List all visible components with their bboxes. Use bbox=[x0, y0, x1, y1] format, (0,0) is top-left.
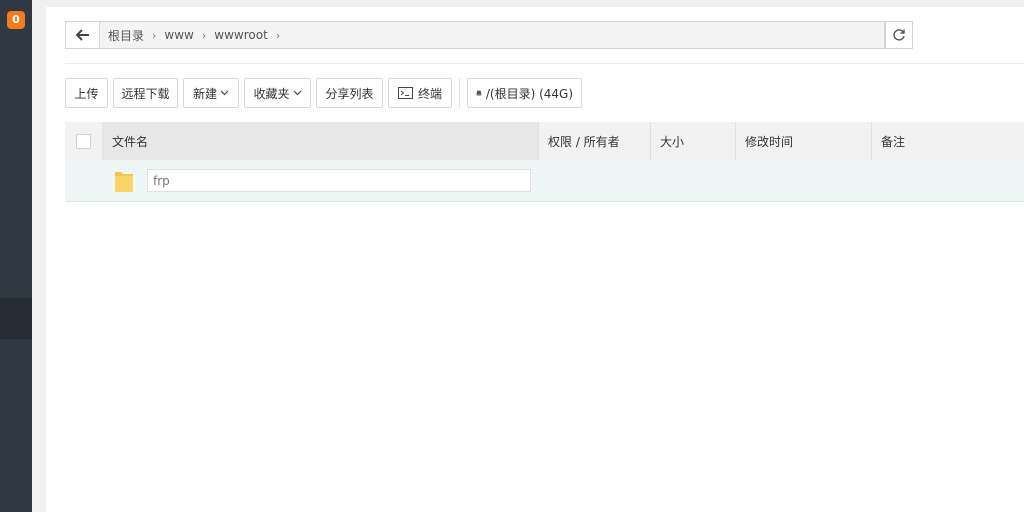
rename-input[interactable]: frp bbox=[147, 169, 531, 192]
chevron-down-icon bbox=[293, 90, 301, 96]
folder-icon bbox=[115, 171, 133, 192]
new-label: 新建 bbox=[192, 86, 217, 101]
sidebar: 0 bbox=[0, 0, 32, 512]
chevron-right-icon: › bbox=[152, 28, 157, 42]
disk-button[interactable]: /(根目录) (44G) bbox=[467, 78, 582, 108]
favorites-dropdown-button[interactable]: 收藏夹 bbox=[244, 78, 311, 108]
file-manager-panel: 根目录 › www › wwwroot › 上传 远程下载 新建 收藏夹 分享列… bbox=[46, 7, 1024, 512]
terminal-icon bbox=[397, 87, 413, 99]
column-header-label: 备注 bbox=[881, 134, 906, 149]
select-all-checkbox[interactable] bbox=[76, 133, 91, 149]
table-row[interactable]: frp bbox=[65, 160, 1024, 202]
remote-download-label: 远程下载 bbox=[121, 86, 170, 101]
breadcrumb-label: www bbox=[164, 28, 194, 42]
column-header-size[interactable]: 大小 bbox=[650, 122, 735, 160]
refresh-button[interactable] bbox=[885, 21, 913, 49]
toolbar-separator bbox=[459, 78, 460, 108]
sidebar-active-item[interactable] bbox=[0, 298, 32, 339]
chevron-right-icon: › bbox=[201, 28, 207, 42]
gutter bbox=[32, 0, 46, 512]
breadcrumb-item-wwwroot[interactable]: wwwroot › bbox=[214, 28, 280, 42]
breadcrumb-label: 根目录 bbox=[108, 28, 145, 43]
divider bbox=[65, 63, 1024, 64]
column-header-label: 大小 bbox=[660, 134, 685, 149]
share-list-button[interactable]: 分享列表 bbox=[316, 78, 383, 108]
terminal-label: 终端 bbox=[417, 86, 442, 101]
column-header-name[interactable]: 文件名 bbox=[102, 122, 538, 160]
table-header: 文件名 权限 / 所有者 大小 修改时间 备注 bbox=[65, 122, 1024, 160]
remote-download-button[interactable]: 远程下载 bbox=[113, 78, 178, 108]
back-button[interactable] bbox=[66, 22, 100, 48]
new-dropdown-button[interactable]: 新建 bbox=[183, 78, 239, 108]
column-header-label: 修改时间 bbox=[745, 134, 794, 149]
upload-button[interactable]: 上传 bbox=[65, 78, 108, 108]
disk-label: /(根目录) (44G) bbox=[485, 86, 573, 101]
column-header-remark[interactable]: 备注 bbox=[871, 122, 1024, 160]
select-all-cell bbox=[65, 122, 102, 160]
disk-icon bbox=[476, 90, 482, 96]
column-header-label: 文件名 bbox=[112, 134, 149, 149]
breadcrumb-label: wwwroot bbox=[214, 28, 268, 42]
terminal-button[interactable]: 终端 bbox=[388, 78, 452, 108]
refresh-icon bbox=[893, 29, 905, 41]
favorites-label: 收藏夹 bbox=[253, 86, 290, 101]
chevron-right-icon: › bbox=[275, 28, 281, 42]
arrow-left-icon bbox=[75, 29, 89, 41]
breadcrumb-item-root[interactable]: 根目录 › bbox=[108, 27, 156, 44]
share-list-label: 分享列表 bbox=[325, 86, 374, 101]
chevron-down-icon bbox=[220, 90, 229, 96]
upload-label: 上传 bbox=[74, 86, 99, 101]
column-header-modified[interactable]: 修改时间 bbox=[735, 122, 871, 160]
breadcrumb-item-www[interactable]: www › bbox=[164, 28, 206, 42]
toolbar: 上传 远程下载 新建 收藏夹 分享列表 终端 /(根目录) (44G) bbox=[65, 78, 587, 108]
notification-badge[interactable]: 0 bbox=[7, 11, 25, 29]
column-header-label: 权限 / 所有者 bbox=[548, 134, 620, 149]
file-table: 文件名 权限 / 所有者 大小 修改时间 备注 frp bbox=[65, 122, 1024, 202]
column-header-permission[interactable]: 权限 / 所有者 bbox=[538, 122, 650, 160]
path-bar: 根目录 › www › wwwroot › bbox=[65, 21, 885, 49]
